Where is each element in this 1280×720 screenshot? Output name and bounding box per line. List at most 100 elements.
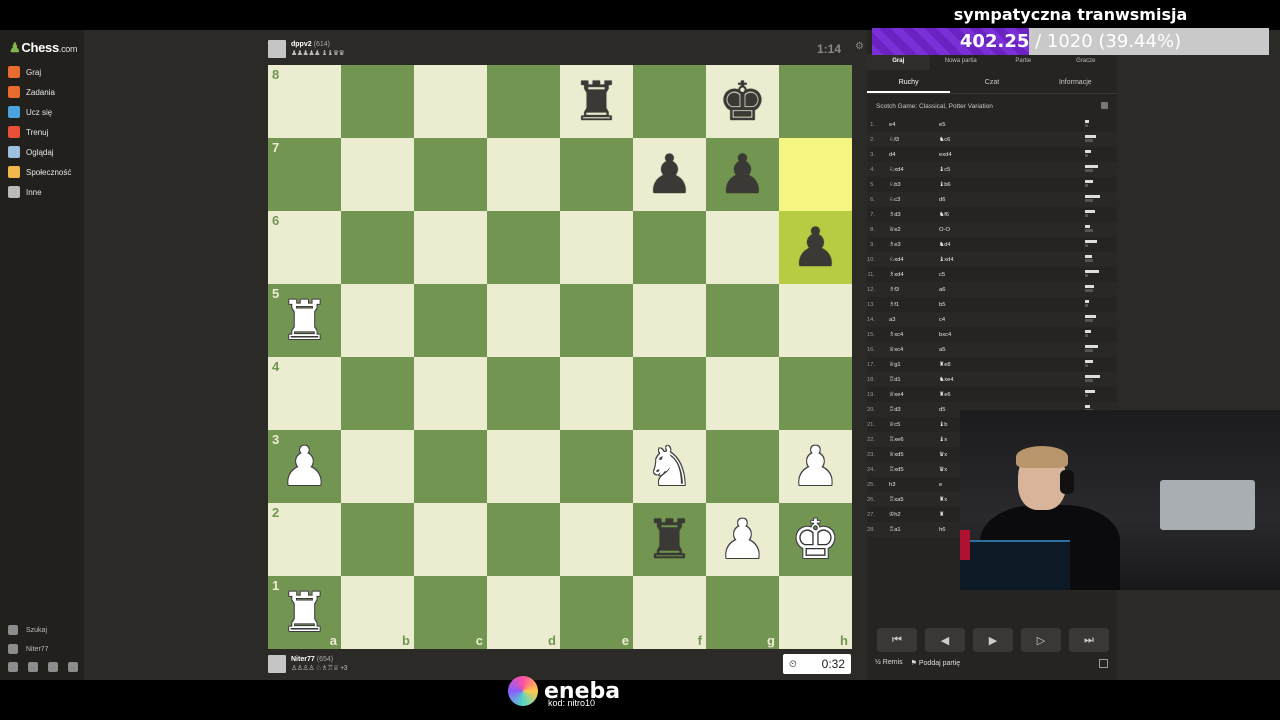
black-pawn-icon[interactable]: ♟ (718, 147, 766, 202)
black-move[interactable]: a6 (939, 287, 999, 293)
opponent-name[interactable]: dppv2 (291, 41, 312, 48)
square-d1[interactable]: d (487, 576, 560, 649)
square-g4[interactable] (706, 357, 779, 430)
messages-icon[interactable] (28, 662, 38, 672)
chess-com-logo[interactable]: ♟Chess.com (9, 40, 78, 56)
black-move[interactable]: O-O (939, 227, 999, 233)
white-move[interactable]: ♗xc4 (889, 332, 939, 338)
black-move[interactable]: c5 (939, 272, 999, 278)
square-f4[interactable] (633, 357, 706, 430)
black-move[interactable]: ♝xd4 (939, 257, 999, 263)
player-name[interactable]: Niter77 (291, 656, 315, 663)
gear-icon[interactable]: ⚙ (855, 41, 864, 52)
sidebar-item-3[interactable]: Trenuj (8, 124, 48, 140)
square-d8[interactable] (487, 65, 560, 138)
user-nav-item[interactable]: Niter77 (8, 644, 49, 654)
black-move[interactable]: ♞c6 (939, 137, 999, 143)
subtab-2[interactable]: Informacje (1034, 74, 1117, 93)
black-king-icon[interactable]: ♚ (718, 74, 766, 129)
square-h7[interactable] (779, 138, 852, 211)
white-move[interactable]: ♖a1 (889, 527, 939, 533)
square-c6[interactable] (414, 211, 487, 284)
white-move[interactable]: ♕g1 (889, 362, 939, 368)
black-rook-icon[interactable]: ♜ (645, 512, 693, 567)
square-b2[interactable] (341, 503, 414, 576)
white-pawn-icon[interactable]: ♟ (280, 439, 328, 494)
play-button[interactable]: ▶ (973, 628, 1013, 652)
black-move[interactable]: ♞f6 (939, 212, 999, 218)
resign-button[interactable]: ⚑ Poddaj partię (911, 659, 961, 667)
square-a8[interactable]: 8 (268, 65, 341, 138)
square-g7[interactable]: ♟ (706, 138, 779, 211)
opponent-avatar[interactable] (268, 40, 286, 58)
square-b1[interactable]: b (341, 576, 414, 649)
black-move[interactable]: ♞d4 (939, 242, 999, 248)
book-icon[interactable] (1101, 102, 1108, 109)
square-g3[interactable] (706, 430, 779, 503)
black-rook-icon[interactable]: ♜ (572, 74, 620, 129)
square-f7[interactable]: ♟ (633, 138, 706, 211)
square-a5[interactable]: 5 ♜ (268, 284, 341, 357)
prev-move-button[interactable]: ◀ (925, 628, 965, 652)
square-e2[interactable] (560, 503, 633, 576)
subtab-0[interactable]: Ruchy (867, 74, 951, 93)
subtab-1[interactable]: Czat (950, 74, 1033, 93)
square-d7[interactable] (487, 138, 560, 211)
black-move[interactable]: ♞xe4 (939, 377, 999, 383)
notifications-icon[interactable] (48, 662, 58, 672)
white-move[interactable]: ♗f3 (889, 287, 939, 293)
square-c4[interactable] (414, 357, 487, 430)
black-move[interactable]: a5 (939, 347, 999, 353)
square-b6[interactable] (341, 211, 414, 284)
square-b3[interactable] (341, 430, 414, 503)
black-move[interactable]: ♝b6 (939, 182, 999, 188)
white-move[interactable]: ♗d3 (889, 212, 939, 218)
square-f3[interactable]: ♞ (633, 430, 706, 503)
white-move[interactable]: ♕xd5 (889, 452, 939, 458)
next-move-button[interactable]: ▷ (1021, 628, 1061, 652)
white-move[interactable]: ♕xc4 (889, 347, 939, 353)
chess-board[interactable]: 8 ♜ ♚ 7 ♟ ♟ 6 ♟ 5 ♜ 4 3 ♟ ♞ ♟ 2 ♜ ♟ ♚ 1 a ♜ b c d e f g h (268, 65, 852, 649)
sidebar-item-6[interactable]: Inne (8, 184, 42, 200)
white-move[interactable]: ♗f1 (889, 302, 939, 308)
white-pawn-icon[interactable]: ♟ (718, 512, 766, 567)
white-move[interactable]: ♖d3 (889, 407, 939, 413)
square-c3[interactable] (414, 430, 487, 503)
black-move[interactable]: c4 (939, 317, 999, 323)
square-h8[interactable] (779, 65, 852, 138)
square-h6[interactable]: ♟ (779, 211, 852, 284)
white-move[interactable]: e4 (889, 122, 939, 128)
square-e3[interactable] (560, 430, 633, 503)
sidebar-item-5[interactable]: Społeczność (8, 164, 71, 180)
black-move[interactable]: e5 (939, 122, 999, 128)
flip-board-icon[interactable] (1099, 659, 1108, 668)
white-knight-icon[interactable]: ♞ (645, 439, 693, 494)
square-f1[interactable]: f (633, 576, 706, 649)
square-b4[interactable] (341, 357, 414, 430)
square-f2[interactable]: ♜ (633, 503, 706, 576)
last-move-button[interactable]: ⏭ (1069, 628, 1109, 652)
white-move[interactable]: ♕e2 (889, 227, 939, 233)
square-h2[interactable]: ♚ (779, 503, 852, 576)
square-c1[interactable]: c (414, 576, 487, 649)
white-move[interactable]: ♗xd4 (889, 272, 939, 278)
white-move[interactable]: ♕c5 (889, 422, 939, 428)
sidebar-item-0[interactable]: Graj (8, 64, 41, 80)
square-g2[interactable]: ♟ (706, 503, 779, 576)
square-d5[interactable] (487, 284, 560, 357)
square-b7[interactable] (341, 138, 414, 211)
square-c7[interactable] (414, 138, 487, 211)
square-a2[interactable]: 2 (268, 503, 341, 576)
square-f6[interactable] (633, 211, 706, 284)
tab-2[interactable]: Partie (992, 54, 1055, 70)
white-move[interactable]: h3 (889, 482, 939, 488)
square-e7[interactable] (560, 138, 633, 211)
black-move[interactable]: ♜e8 (939, 362, 999, 368)
first-move-button[interactable]: ⏮ (877, 628, 917, 652)
square-f8[interactable] (633, 65, 706, 138)
sidebar-item-4[interactable]: Oglądaj (8, 144, 54, 160)
search-nav-item[interactable]: Szukaj (8, 625, 47, 635)
square-h1[interactable]: h (779, 576, 852, 649)
square-b5[interactable] (341, 284, 414, 357)
square-f5[interactable] (633, 284, 706, 357)
